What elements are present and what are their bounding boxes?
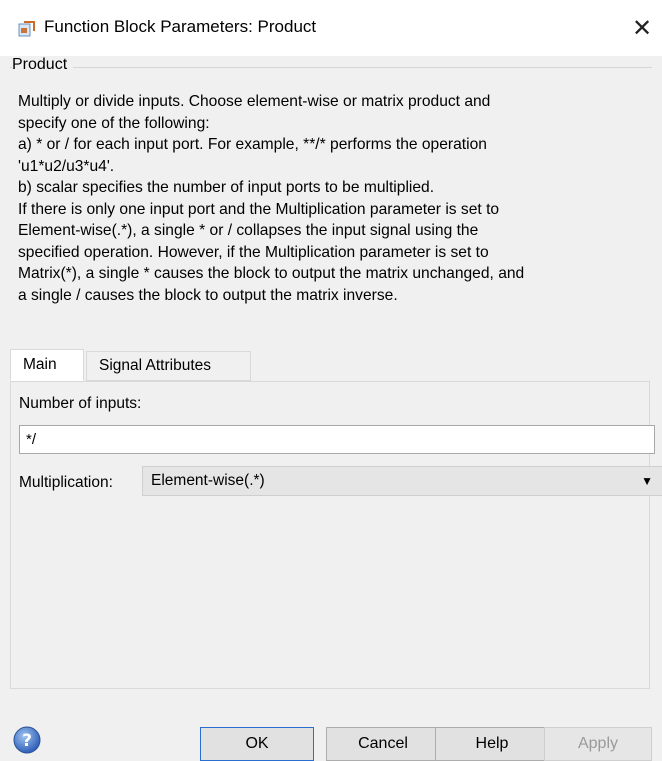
- multiplication-dropdown[interactable]: Element-wise(.*) ▼: [142, 466, 662, 496]
- ok-button[interactable]: OK: [200, 727, 314, 761]
- tab-signal-attributes[interactable]: Signal Attributes: [86, 351, 251, 381]
- dropdown-arrow-icon: ▼: [641, 474, 653, 488]
- close-icon: ✕: [631, 14, 653, 42]
- block-description: Multiply or divide inputs. Choose elemen…: [18, 93, 525, 304]
- dialog-content: Product Multiply or divide inputs. Choos…: [0, 56, 662, 761]
- svg-text:?: ?: [22, 731, 32, 751]
- cancel-button[interactable]: Cancel: [326, 727, 440, 761]
- number-of-inputs-field[interactable]: [19, 425, 655, 454]
- help-button[interactable]: Help: [435, 727, 549, 761]
- tab-main[interactable]: Main: [10, 349, 84, 381]
- help-question-icon[interactable]: ?: [12, 725, 42, 755]
- group-label: Product: [12, 56, 74, 74]
- close-button[interactable]: ✕: [622, 8, 662, 48]
- window-title: Function Block Parameters: Product: [44, 17, 317, 36]
- title-bar: Function Block Parameters: Product ✕: [0, 0, 662, 56]
- multiplication-label: Multiplication:: [19, 474, 113, 491]
- tab-bar: Main Signal Attributes: [10, 349, 650, 381]
- main-panel: Number of inputs: Multiplication:: [10, 381, 655, 689]
- group-divider: [10, 67, 652, 68]
- multiplication-value: Element-wise(.*): [151, 472, 265, 489]
- apply-button[interactable]: Apply: [544, 727, 652, 761]
- number-of-inputs-label: Number of inputs:: [19, 395, 142, 412]
- simulink-block-icon: [18, 20, 36, 38]
